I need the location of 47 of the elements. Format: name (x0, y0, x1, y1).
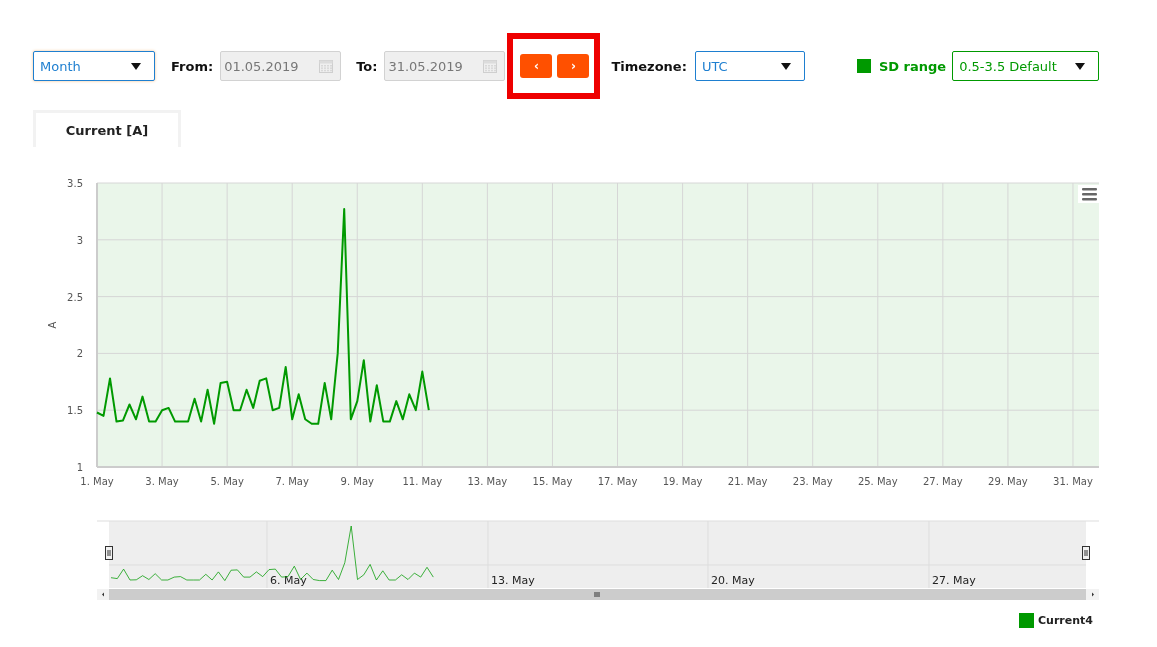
axis-label: 3. May (145, 476, 179, 487)
axis-label: 27. May (922, 476, 963, 487)
legend-item[interactable]: Current4 (1038, 614, 1093, 627)
field-label: SD range (878, 58, 947, 74)
axis-label: 20. May (711, 574, 755, 587)
axis-label: 3 (76, 234, 83, 246)
axis-title: A (47, 321, 58, 329)
field-label: Timezone: (611, 58, 687, 74)
axis-label: 15. May (532, 476, 573, 487)
range-handle[interactable] (1082, 546, 1090, 560)
axis-label: 29. May (988, 476, 1028, 487)
axis-label: 5. May (210, 476, 244, 487)
field-label: To: (356, 58, 378, 74)
axis-label: 1.5 (67, 405, 83, 417)
axis-label: 1. May (80, 476, 114, 487)
axis-label: 2 (76, 348, 83, 360)
field-label: From: (171, 58, 214, 74)
axis-label: 21. May (727, 476, 768, 487)
axis-label: 27. May (932, 574, 976, 587)
caret-icon (131, 62, 141, 70)
axis-label: 11. May (402, 476, 443, 487)
axis-label: 25. May (857, 476, 898, 487)
previous-button[interactable]: ‹ (520, 54, 553, 78)
date-field[interactable]: 01.05.2019 (220, 51, 342, 81)
axis-label: 13. May (491, 574, 535, 587)
axis-label: 3.5 (67, 178, 83, 189)
axis-label: 13. May (467, 476, 508, 487)
date-field[interactable]: 31.05.2019 (384, 51, 506, 81)
period-dropdown[interactable]: Month (33, 51, 155, 81)
scrollbar[interactable] (97, 589, 1099, 600)
tab[interactable]: Current [A] (33, 110, 181, 147)
axis-label: 19. May (662, 476, 703, 487)
axis-label: 23. May (792, 476, 833, 487)
axis-label: 17. May (597, 476, 638, 487)
caret-icon (1075, 62, 1086, 70)
axis-label: 9. May (340, 476, 374, 487)
axis-label: 31. May (1053, 476, 1093, 487)
axis-label: 7. May (275, 476, 309, 487)
axis-label: 2.5 (67, 291, 83, 303)
timezone-dropdown[interactable]: UTC (694, 51, 805, 81)
axis-label: 1 (76, 462, 83, 473)
menu-icon[interactable] (1078, 185, 1099, 203)
caret-icon (780, 62, 791, 70)
axis-label: 6. May (270, 574, 307, 587)
range-handle[interactable] (105, 546, 113, 560)
sd-range-dropdown[interactable]: 0.5-3.5 Default (952, 51, 1100, 81)
next-button[interactable]: › (557, 54, 590, 78)
